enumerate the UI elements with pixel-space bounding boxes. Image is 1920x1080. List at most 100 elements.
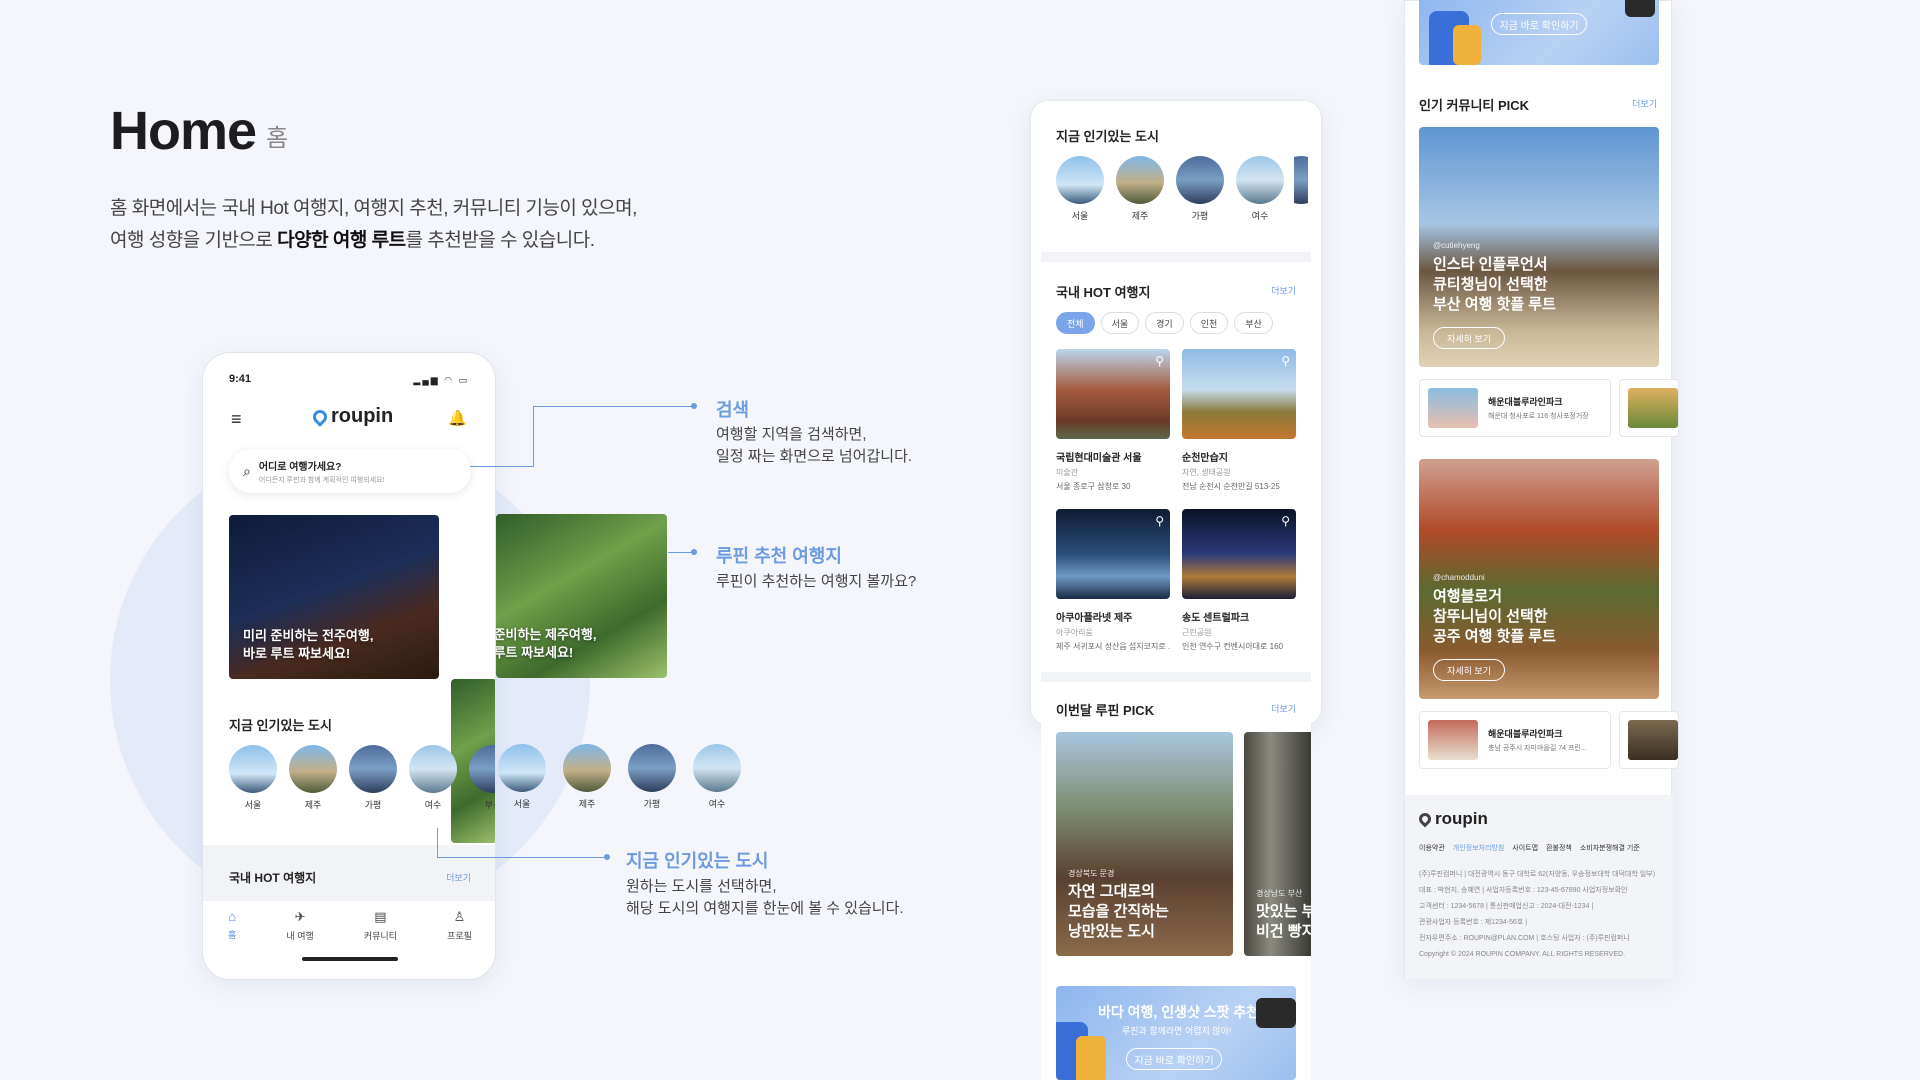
spot-card[interactable]: ⚲ 아쿠아플라넷 제주 아쿠아리움 제주 서귀포시 성산읍 섭지코지로 ... — [1056, 509, 1170, 652]
callout-city-title: 지금 인기있는 도시 — [626, 851, 769, 871]
brand-logo[interactable]: roupin — [310, 405, 393, 428]
city-item[interactable]: 여수 — [691, 744, 743, 810]
footer-link[interactable]: 환불정책 — [1546, 843, 1572, 853]
callout-dot — [691, 549, 697, 555]
tab-home[interactable]: ⌂ 홈 — [228, 909, 237, 979]
desc-line-1: 홈 화면에서는 국내 Hot 여행지, 여행지 추천, 커뮤니티 기능이 있으며… — [110, 198, 637, 219]
desc-line-2: 여행 성향을 기반으로 다양한 여행 루트를 추천받을 수 있습니다. — [110, 230, 595, 251]
more-link[interactable]: 더보기 — [1632, 97, 1657, 110]
search-icon: ⌕ — [243, 462, 251, 479]
banner-button[interactable]: 지금 바로 확인하기 — [1126, 1048, 1222, 1070]
bookmark-pin-icon: ⚲ — [1155, 514, 1164, 528]
footer-link[interactable]: 이용약관 — [1419, 843, 1445, 853]
spot-card[interactable]: ⚲ 송도 센트럴파크 근린공원 인천 연수구 컨벤시아대로 160 — [1182, 509, 1296, 652]
card-title: 미리 준비하는 전주여행, — [243, 628, 374, 643]
chip-all[interactable]: 전체 — [1056, 312, 1095, 334]
page-subtitle: 홈 — [266, 125, 289, 152]
city-item[interactable]: 제주 — [287, 745, 339, 811]
city-list: 서울 제주 가평 여수 부산 — [227, 745, 495, 811]
chip-incheon[interactable]: 인천 — [1189, 312, 1229, 334]
city-item[interactable]: 서울 — [496, 744, 548, 810]
bookmark-pin-icon: ⚲ — [1281, 354, 1290, 368]
promo-banner[interactable]: 바다 여행, 인생샷 스팟 추천 루핀과 함께라면 어렵지 않아! 지금 바로 … — [1056, 986, 1296, 1080]
recommend-card-jeonju[interactable]: 미리 준비하는 전주여행, 바로 루트 짜보세요! — [229, 515, 439, 679]
home-icon: ⌂ — [228, 909, 237, 924]
callout-line — [437, 828, 438, 857]
chip-busan[interactable]: 부산 — [1234, 312, 1273, 334]
callout-line — [437, 857, 607, 858]
city-item[interactable]: 여수 — [1234, 156, 1286, 222]
place-card[interactable] — [1619, 379, 1679, 437]
tab-community[interactable]: ▤ 커뮤니티 — [364, 909, 397, 979]
callout-line — [470, 466, 534, 467]
mid-screen: 지금 인기있는 도시 서울 제주 가평 여수 국내 HOT 여행지 더보기 전체… — [1041, 112, 1311, 1080]
community-title: 인기 커뮤니티 PICK — [1419, 98, 1530, 113]
bottom-tab-bar: ⌂ 홈 ✈ 내 여행 ▤ 커뮤니티 ♙ 프로필 — [203, 901, 495, 979]
home-indicator — [302, 957, 398, 961]
bell-icon[interactable]: 🔔 — [448, 409, 467, 427]
menu-icon[interactable]: ≡ — [231, 409, 242, 430]
city-item[interactable]: 부산 — [467, 745, 495, 811]
search-hint: 어디든지 루핀과 함께 계획적인 여행되세요! — [258, 476, 385, 484]
divider — [1041, 252, 1311, 262]
detail-button[interactable]: 자세히 보기 — [1433, 659, 1505, 681]
suitcase-icon — [1076, 1036, 1106, 1080]
pick-card[interactable]: 경상남도 부산 맛있는 부 비건 빵지 — [1244, 732, 1311, 956]
footer-links: 이용약관 개인정보처리방침 사이트맵 환불정책 소비자분쟁해결 기준 — [1419, 843, 1659, 853]
chip-gyeonggi[interactable]: 경기 — [1145, 312, 1184, 334]
city-item[interactable]: 가평 — [347, 745, 399, 811]
callout-city-desc: 원하는 도시를 선택하면, 해당 도시의 여행지를 한눈에 볼 수 있습니다. — [626, 878, 904, 917]
person-icon: ♙ — [453, 909, 466, 924]
footer-link[interactable]: 사이트맵 — [1512, 843, 1538, 853]
phone-mockup: 9:41 ▂▄▆ ◠ ▭ ≡ roupin 🔔 ⌕ 어디로 여행가세요? 어디든… — [202, 352, 496, 980]
search-input[interactable]: ⌕ 어디로 여행가세요? 어디든지 루핀과 함께 계획적인 여행되세요! — [229, 449, 471, 493]
tab-profile[interactable]: ♙ 프로필 — [447, 909, 472, 979]
camera-icon — [1256, 998, 1296, 1028]
city-item[interactable]: 가평 — [1174, 156, 1226, 222]
city-item[interactable] — [1294, 156, 1308, 222]
more-link[interactable]: 더보기 — [446, 871, 471, 884]
callout-line — [533, 406, 534, 467]
bookmark-pin-icon: ⚲ — [1281, 514, 1290, 528]
callout-dot — [691, 403, 697, 409]
hot-title: 국내 HOT 여행지 — [1056, 285, 1151, 300]
community-card[interactable]: @cutiehyeng 인스타 인플루언서 큐티챙님이 선택한 부산 여행 핫플 루… — [1419, 127, 1659, 367]
footer-link[interactable]: 소비자분쟁해결 기준 — [1580, 843, 1640, 853]
callout-search-desc: 여행할 지역을 검색하면, 일정 짜는 화면으로 넘어갑니다. — [716, 426, 913, 465]
place-card[interactable]: 해운대블루라인파크 해운대 청사포로 116 청사포정거장 — [1419, 379, 1611, 437]
chip-seoul[interactable]: 서울 — [1100, 312, 1140, 334]
popular-city-title: 지금 인기있는 도시 — [1056, 129, 1159, 144]
spot-card[interactable]: ⚲ 순천만습지 자연, 생태공원 전남 순천시 순천만길 513-25 — [1182, 349, 1296, 492]
tab-my-trip[interactable]: ✈ 내 여행 — [286, 909, 313, 979]
more-link[interactable]: 더보기 — [1271, 284, 1296, 297]
city-list-overflow: 서울 제주 가평 여수 — [496, 744, 743, 810]
search-placeholder: 어디로 여행가세요? — [258, 461, 342, 473]
spot-card[interactable]: ⚲ 국립현대미술관 서울 미술관 서울 종로구 삼청로 30 — [1056, 349, 1170, 492]
promo-banner[interactable]: 지금 바로 확인하기 — [1419, 0, 1659, 65]
plane-icon: ✈ — [294, 909, 306, 924]
banner-button[interactable]: 지금 바로 확인하기 — [1491, 13, 1587, 35]
pin-icon — [1416, 810, 1434, 828]
city-item[interactable]: 여수 — [407, 745, 459, 811]
city-item[interactable]: 서울 — [1054, 156, 1106, 222]
place-card[interactable]: 해운대블루라인파크 충남 공주시 자미마을길 74 프린... — [1419, 711, 1611, 769]
city-item[interactable]: 제주 — [1114, 156, 1166, 222]
status-time: 9:41 — [229, 373, 252, 385]
footer-info: (주)루핀컴퍼니 | 대전광역시 동구 대학로 62(자양동, 우송정보대학 대… — [1419, 871, 1656, 958]
community-card[interactable]: @chamodduni 여행블로거 참뚜니님이 선택한 공주 여행 핫플 루트 자세… — [1419, 459, 1659, 699]
detail-button[interactable]: 자세히 보기 — [1433, 327, 1505, 349]
city-item[interactable]: 서울 — [227, 745, 279, 811]
book-icon: ▤ — [374, 909, 387, 924]
footer-link[interactable]: 개인정보처리방침 — [1453, 843, 1505, 853]
card-subtitle: 바로 루트 짜보세요! — [243, 646, 351, 661]
place-card[interactable] — [1619, 711, 1679, 769]
pick-card[interactable]: 경상북도 문경 자연 그대로의 모습을 간직하는 낭만있는 도시 — [1056, 732, 1233, 956]
recommend-card-jeju[interactable]: 미리 준비하는 제주여행, 바로 루트 짜보세요! — [496, 514, 667, 678]
city-item[interactable]: 가평 — [626, 744, 678, 810]
footer: roupin 이용약관 개인정보처리방침 사이트맵 환불정책 소비자분쟁해결 기… — [1405, 795, 1673, 979]
city-item[interactable]: 제주 — [561, 744, 613, 810]
status-icons: ▂▄▆ ◠ ▭ — [413, 375, 469, 385]
callout-line — [533, 406, 693, 407]
more-link[interactable]: 더보기 — [1271, 702, 1296, 715]
footer-logo[interactable]: roupin — [1416, 809, 1659, 829]
